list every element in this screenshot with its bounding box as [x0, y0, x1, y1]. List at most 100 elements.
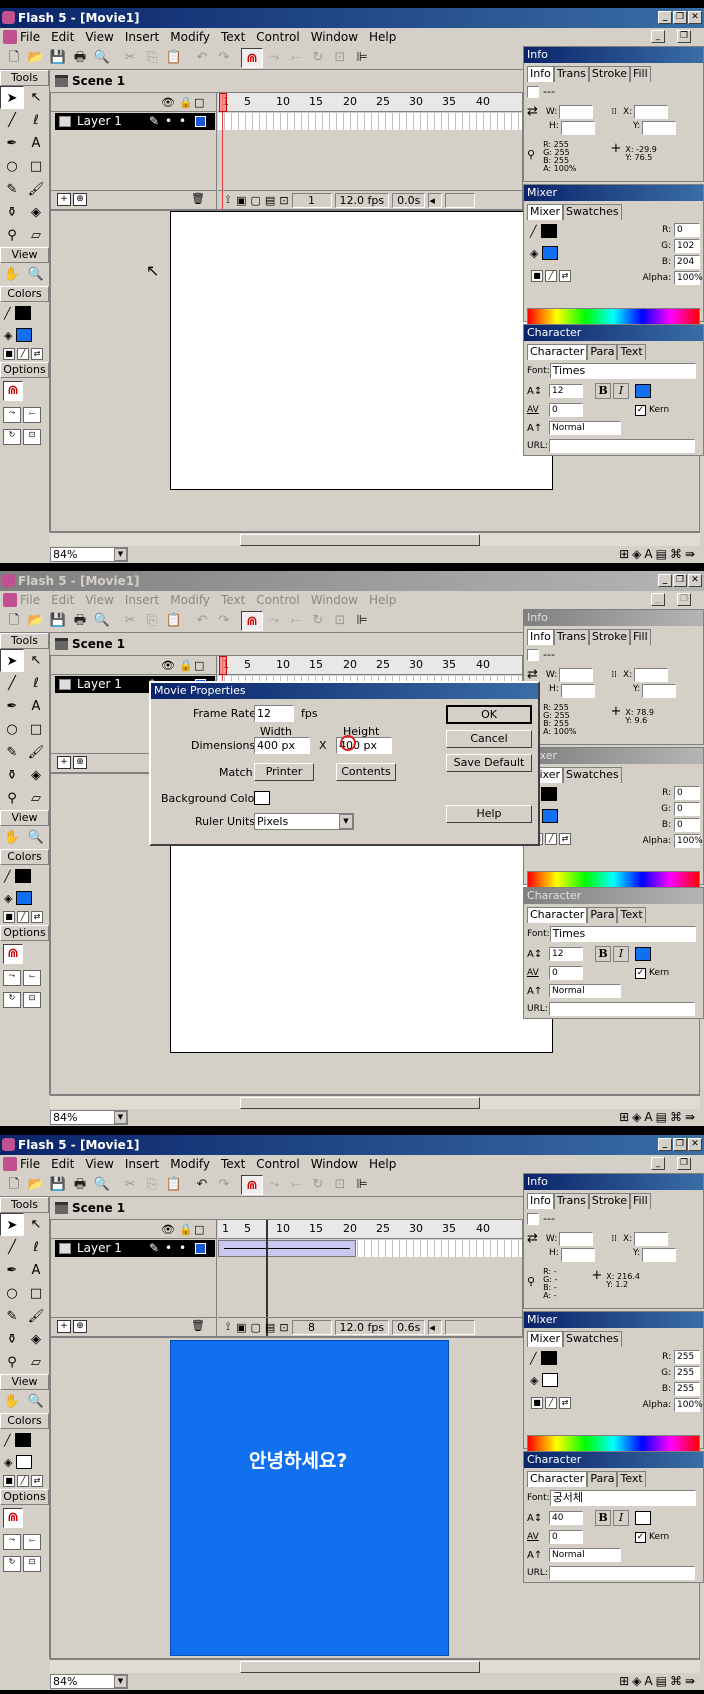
mixer-panel-title[interactable]: Mixer	[524, 1312, 703, 1328]
swap-colors-icon[interactable]: ⇄	[31, 911, 43, 923]
font-input[interactable]: Times	[549, 363, 696, 379]
add-guide-layer-icon[interactable]: ⊕	[73, 193, 87, 206]
kern-checkbox[interactable]: ✓	[635, 1531, 646, 1543]
brush-tool-icon[interactable]: 🖌	[24, 1305, 48, 1328]
tab-para[interactable]: Para	[587, 907, 618, 923]
tab-info[interactable]: Info	[527, 66, 554, 82]
tab-text[interactable]: Text	[617, 1471, 646, 1487]
doc-restore-button[interactable]: ❐	[677, 1157, 691, 1170]
print-icon[interactable]: 🖶	[69, 1175, 91, 1195]
width-input[interactable]	[559, 667, 594, 682]
mixer-stroke-swatch[interactable]	[540, 787, 557, 801]
stage-text[interactable]: 안녕하세요?	[249, 1446, 347, 1473]
redo-icon[interactable]: ↷	[213, 48, 235, 68]
scroll-left-icon[interactable]: ◂	[428, 1319, 443, 1335]
center-frame-icon[interactable]: ⟟	[226, 193, 230, 207]
swap-colors-icon[interactable]: ⇄	[31, 348, 43, 360]
copy-icon[interactable]: ⎘	[141, 611, 163, 631]
tab-stroke[interactable]: Stroke	[588, 1193, 630, 1209]
width-input[interactable]: 400 px	[254, 737, 310, 754]
text-tool-icon[interactable]: A	[24, 132, 48, 155]
pen-tool-icon[interactable]: ✒	[0, 132, 24, 155]
kern-checkbox[interactable]: ✓	[635, 404, 646, 416]
actions-launcher-icon[interactable]: ⇛	[685, 1674, 698, 1688]
save-default-button[interactable]: Save Default	[446, 754, 532, 772]
align-icon[interactable]: ⊫	[351, 1175, 373, 1195]
lock-dot[interactable]: •	[179, 1240, 186, 1257]
add-layer-icon[interactable]: +	[57, 1320, 71, 1333]
movie-explorer-icon[interactable]: ⌘	[670, 1110, 685, 1124]
menu-window[interactable]: Window	[311, 30, 358, 44]
movie-explorer-icon[interactable]: ⌘	[670, 547, 685, 561]
smooth-icon[interactable]: ⤳	[263, 1175, 285, 1195]
trash-icon[interactable]: 🗑	[191, 193, 205, 206]
mixer-none-icon[interactable]: ╱	[545, 270, 557, 282]
scale-icon[interactable]: ⊡	[329, 1175, 351, 1195]
hand-tool-icon[interactable]: ✋	[0, 1390, 24, 1413]
menu-control[interactable]: Control	[256, 30, 299, 44]
width-input[interactable]	[559, 104, 594, 119]
x-input[interactable]	[634, 1231, 669, 1246]
tab-mixer[interactable]: Mixer	[527, 204, 564, 220]
smooth-option-icon[interactable]: ⤳	[3, 407, 21, 423]
x-input[interactable]	[634, 104, 669, 119]
straighten-option-icon[interactable]: ⤚	[23, 970, 41, 986]
modify-markers-icon[interactable]: ⊡	[279, 1321, 288, 1334]
doc-minimize-button[interactable]: _	[651, 1157, 665, 1170]
mixer-none-icon[interactable]: ╱	[545, 1397, 557, 1409]
horizontal-scrollbar[interactable]	[50, 1095, 700, 1109]
mixer-swap-icon[interactable]: ⇄	[559, 270, 571, 282]
oval-tool-icon[interactable]: ○	[0, 1282, 24, 1305]
layer-row[interactable]: Layer 1 ✎ • •	[55, 113, 215, 130]
chevron-down-icon[interactable]: ▼	[339, 814, 353, 829]
cut-icon[interactable]: ✂	[119, 1175, 141, 1195]
no-color-icon[interactable]: ╱	[17, 348, 29, 360]
registration-grid-icon[interactable]: ⁞⁞	[611, 670, 617, 680]
font-input[interactable]: Times	[549, 926, 696, 942]
mixer-panel-title[interactable]: Mixer	[524, 748, 703, 764]
redo-icon[interactable]: ↷	[213, 1175, 235, 1195]
alpha-input[interactable]: 100%	[674, 834, 703, 848]
info-launcher-icon[interactable]: ⊞	[619, 547, 632, 561]
snap-to-objects-icon[interactable]: ⋒	[3, 381, 23, 401]
menu-text[interactable]: Text	[221, 30, 245, 44]
tab-trans[interactable]: Trans	[553, 66, 589, 82]
print-icon[interactable]: 🖶	[69, 611, 91, 631]
brush-tool-icon[interactable]: 🖌	[24, 178, 48, 201]
lock-icon[interactable]: 🔒	[179, 96, 193, 109]
tab-info[interactable]: Info	[527, 629, 554, 645]
mixer-swap-icon[interactable]: ⇄	[559, 1397, 571, 1409]
outline-icon[interactable]: □	[194, 659, 204, 672]
copy-icon[interactable]: ⎘	[141, 48, 163, 68]
zoom-tool-icon[interactable]: 🔍	[24, 826, 48, 849]
movie-explorer-icon[interactable]: ⌘	[670, 1674, 685, 1688]
trash-icon[interactable]: 🗑	[191, 1320, 205, 1333]
menu-view[interactable]: View	[85, 30, 113, 44]
character-panel-title[interactable]: Character	[524, 888, 703, 904]
pen-tool-icon[interactable]: ✒	[0, 1259, 24, 1282]
baseline-select[interactable]: Normal	[549, 421, 621, 435]
tab-para[interactable]: Para	[587, 344, 618, 360]
tracking-input[interactable]: 0	[549, 403, 583, 417]
undo-icon[interactable]: ↶	[191, 1175, 213, 1195]
add-layer-icon[interactable]: +	[57, 756, 71, 769]
red-input[interactable]: 0	[674, 223, 700, 237]
text-tool-icon[interactable]: A	[24, 1259, 48, 1282]
rotate-option-icon[interactable]: ↻	[3, 992, 21, 1008]
text-color-swatch[interactable]	[635, 384, 651, 398]
outline-icon[interactable]: □	[194, 1223, 204, 1236]
menu-file[interactable]: File	[20, 30, 40, 44]
save-icon[interactable]: 💾	[47, 1175, 69, 1195]
eyedropper-icon[interactable]: ⚲	[0, 1351, 24, 1374]
italic-button[interactable]: I	[613, 1510, 629, 1526]
mixer-fill-swatch[interactable]	[542, 246, 559, 260]
tab-character[interactable]: Character	[527, 344, 588, 360]
snap-magnet-icon[interactable]: ⋒	[241, 610, 263, 631]
lock-icon[interactable]: 🔒	[179, 659, 193, 672]
mixer-default-icon[interactable]: ■	[531, 270, 543, 282]
pencil-tool-icon[interactable]: ✎	[0, 741, 24, 764]
menu-file[interactable]: File	[20, 593, 40, 607]
mixer-default-icon[interactable]: ■	[531, 1397, 543, 1409]
frame-cells[interactable]	[218, 113, 522, 130]
no-color-icon[interactable]: ╱	[17, 1475, 29, 1487]
